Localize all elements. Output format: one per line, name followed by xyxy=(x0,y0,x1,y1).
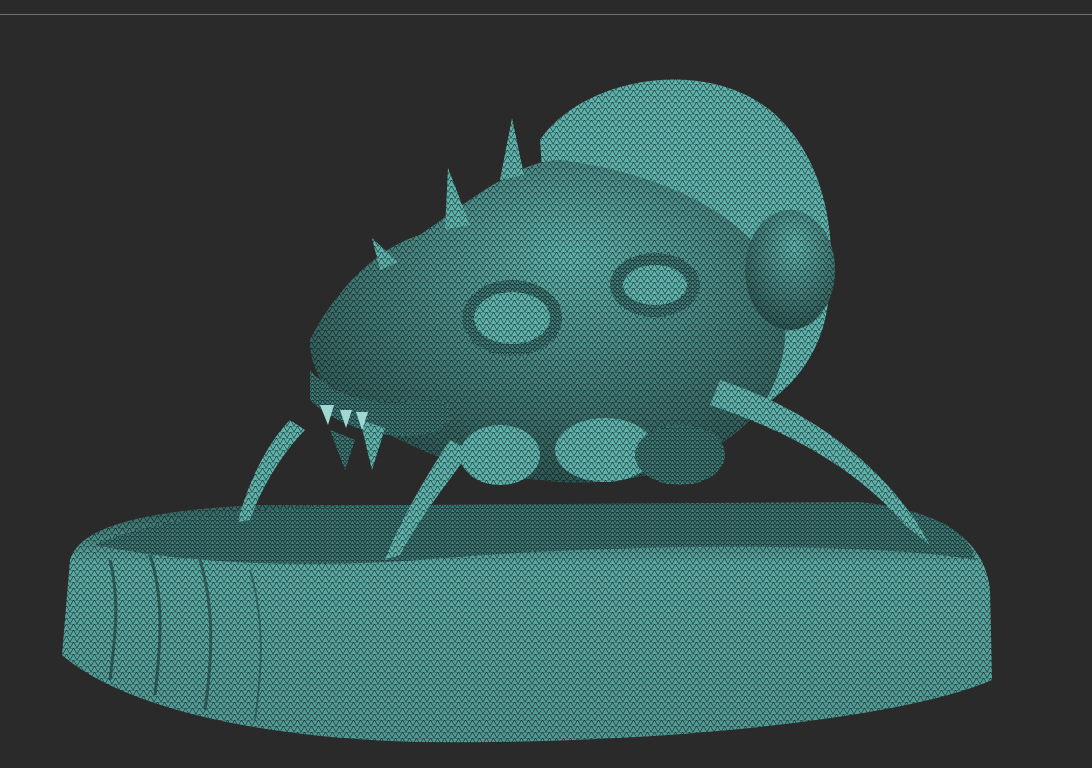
3d-viewport[interactable] xyxy=(0,0,1092,768)
pedestal-base xyxy=(62,502,992,743)
creature-body xyxy=(310,79,835,485)
creature-mesh-model[interactable] xyxy=(0,0,1092,768)
